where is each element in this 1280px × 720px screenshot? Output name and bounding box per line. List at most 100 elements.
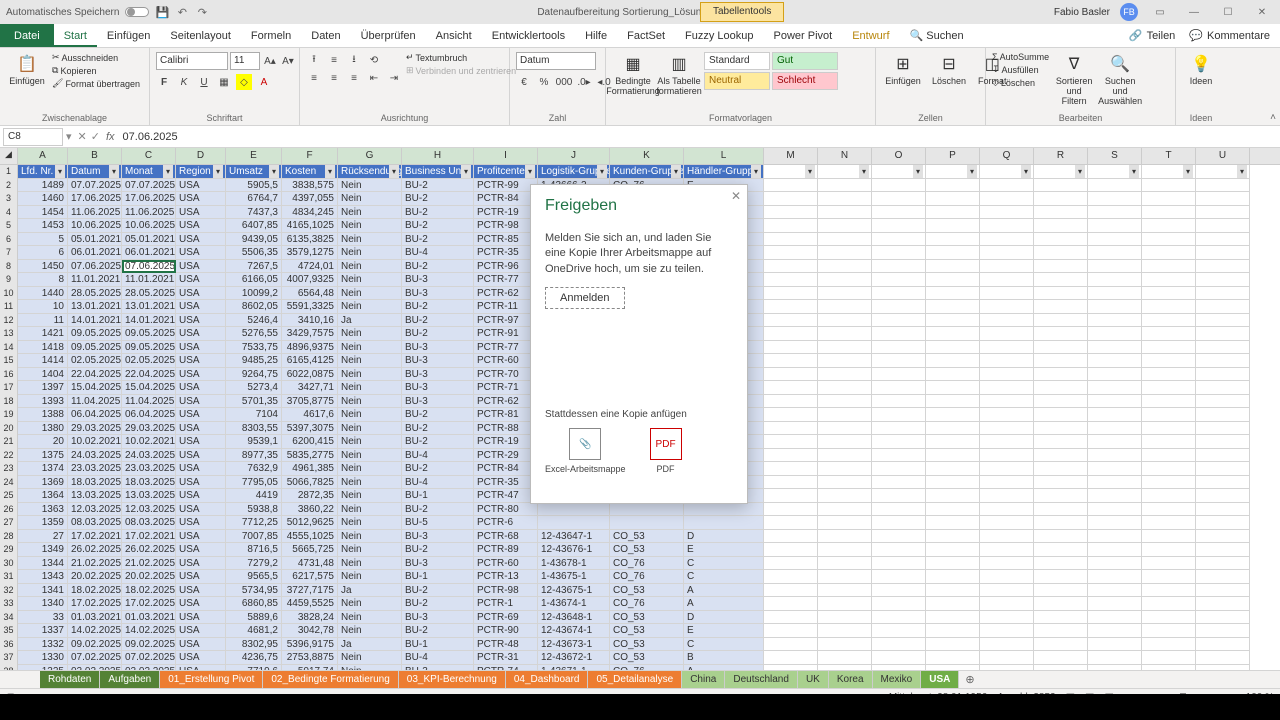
format-as-table-button[interactable]: ▥Als Tabelle formatieren: [658, 52, 700, 98]
sheet-tab-rohdaten[interactable]: Rohdaten: [40, 671, 100, 688]
tab-file[interactable]: Datei: [0, 24, 54, 47]
cell[interactable]: 5066,7825: [282, 476, 338, 490]
table-header-cell[interactable]: Datum: [68, 165, 122, 179]
cell[interactable]: 09.05.2025: [68, 341, 122, 355]
col-header-U[interactable]: U: [1196, 148, 1250, 164]
redo-icon[interactable]: ↷: [195, 5, 209, 19]
cell[interactable]: 11.04.2025: [122, 395, 176, 409]
cell[interactable]: Nein: [338, 395, 402, 409]
cell[interactable]: 2872,35: [282, 489, 338, 503]
sheet-tab-mexiko[interactable]: Mexiko: [873, 671, 922, 688]
col-header-A[interactable]: A: [18, 148, 68, 164]
col-header-M[interactable]: M: [764, 148, 818, 164]
cell[interactable]: USA: [176, 368, 226, 382]
font-name-select[interactable]: Calibri: [156, 52, 228, 70]
cell[interactable]: Nein: [338, 246, 402, 260]
sheet-tab-usa[interactable]: USA: [921, 671, 959, 688]
orientation-icon[interactable]: ⟲: [366, 52, 382, 68]
cell[interactable]: D: [684, 530, 764, 544]
cell[interactable]: BU-2: [402, 435, 474, 449]
cell[interactable]: 12-43673-1: [538, 638, 610, 652]
cell[interactable]: 07.07.2025: [122, 179, 176, 193]
cell[interactable]: BU-3: [402, 354, 474, 368]
cell[interactable]: 14.01.2021: [68, 314, 122, 328]
row-header[interactable]: 13: [0, 327, 18, 341]
cell[interactable]: 1393: [18, 395, 68, 409]
cell[interactable]: BU-2: [402, 219, 474, 233]
row-header[interactable]: 11: [0, 300, 18, 314]
cell[interactable]: 3042,78: [282, 624, 338, 638]
row-header[interactable]: 22: [0, 449, 18, 463]
cell[interactable]: 14.02.2025: [68, 624, 122, 638]
cell[interactable]: 12-43648-1: [538, 611, 610, 625]
cell[interactable]: 12-43675-1: [538, 584, 610, 598]
table-header-cell[interactable]: Business Unit: [402, 165, 474, 179]
cell[interactable]: PCTR-91: [474, 327, 538, 341]
sheet-tab-aufgaben[interactable]: Aufgaben: [100, 671, 160, 688]
cell[interactable]: BU-3: [402, 557, 474, 571]
cell[interactable]: USA: [176, 611, 226, 625]
cell[interactable]: 09.05.2025: [68, 327, 122, 341]
cell[interactable]: 22.04.2025: [122, 368, 176, 382]
cell[interactable]: 10.02.2021: [68, 435, 122, 449]
tab-entwicklertools[interactable]: Entwicklertools: [482, 24, 575, 47]
cell[interactable]: USA: [176, 489, 226, 503]
cell[interactable]: Nein: [338, 408, 402, 422]
cell[interactable]: 6217,575: [282, 570, 338, 584]
cell[interactable]: BU-2: [402, 503, 474, 517]
cell[interactable]: BU-3: [402, 530, 474, 544]
cell[interactable]: 20: [18, 435, 68, 449]
cell[interactable]: USA: [176, 530, 226, 544]
italic-icon[interactable]: K: [176, 74, 192, 90]
cell[interactable]: C: [684, 570, 764, 584]
cell[interactable]: 1332: [18, 638, 68, 652]
cell[interactable]: USA: [176, 422, 226, 436]
cell[interactable]: 5246,4: [226, 314, 282, 328]
cell[interactable]: 07.02.2025: [122, 651, 176, 665]
cell[interactable]: BU-2: [402, 584, 474, 598]
cell[interactable]: BU-1: [402, 570, 474, 584]
col-header-F[interactable]: F: [282, 148, 338, 164]
cell[interactable]: [684, 516, 764, 530]
cell[interactable]: 09.05.2025: [122, 341, 176, 355]
table-header-cell[interactable]: Händler-Gruppe: [684, 165, 764, 179]
cell[interactable]: Nein: [338, 179, 402, 193]
cell[interactable]: Nein: [338, 354, 402, 368]
cell[interactable]: 3579,1275: [282, 246, 338, 260]
cell[interactable]: PCTR-48: [474, 638, 538, 652]
cell[interactable]: BU-2: [402, 300, 474, 314]
row-header[interactable]: 21: [0, 435, 18, 449]
cell[interactable]: 3410,16: [282, 314, 338, 328]
row-header[interactable]: 26: [0, 503, 18, 517]
cell[interactable]: Nein: [338, 462, 402, 476]
cell[interactable]: BU-2: [402, 314, 474, 328]
cell[interactable]: 9439,05: [226, 233, 282, 247]
autosum-button[interactable]: Σ AutoSumme: [992, 52, 1049, 62]
wrap-text-button[interactable]: ↵ Textumbruch: [406, 52, 516, 63]
cell[interactable]: 3705,8775: [282, 395, 338, 409]
cell[interactable]: BU-2: [402, 462, 474, 476]
row-header[interactable]: 23: [0, 462, 18, 476]
cell[interactable]: BU-2: [402, 260, 474, 274]
table-header-cell[interactable]: Monat: [122, 165, 176, 179]
cell[interactable]: 9264,75: [226, 368, 282, 382]
user-avatar[interactable]: FB: [1120, 3, 1138, 21]
cell[interactable]: BU-2: [402, 179, 474, 193]
row-header[interactable]: 7: [0, 246, 18, 260]
cell[interactable]: BU-3: [402, 287, 474, 301]
cell[interactable]: [538, 503, 610, 517]
col-header-H[interactable]: H: [402, 148, 474, 164]
thousands-icon[interactable]: 000: [556, 74, 572, 90]
cell[interactable]: 12.03.2025: [68, 503, 122, 517]
cell[interactable]: PCTR-81: [474, 408, 538, 422]
cell[interactable]: 12-43674-1: [538, 624, 610, 638]
formula-input[interactable]: 07.06.2025: [119, 131, 1280, 143]
cell[interactable]: USA: [176, 435, 226, 449]
row-header[interactable]: 29: [0, 543, 18, 557]
cell[interactable]: USA: [176, 597, 226, 611]
cell[interactable]: PCTR-47: [474, 489, 538, 503]
row-header[interactable]: 25: [0, 489, 18, 503]
table-header-cell[interactable]: Lfd. Nr.: [18, 165, 68, 179]
cell[interactable]: PCTR-19: [474, 435, 538, 449]
row-header[interactable]: 37: [0, 651, 18, 665]
